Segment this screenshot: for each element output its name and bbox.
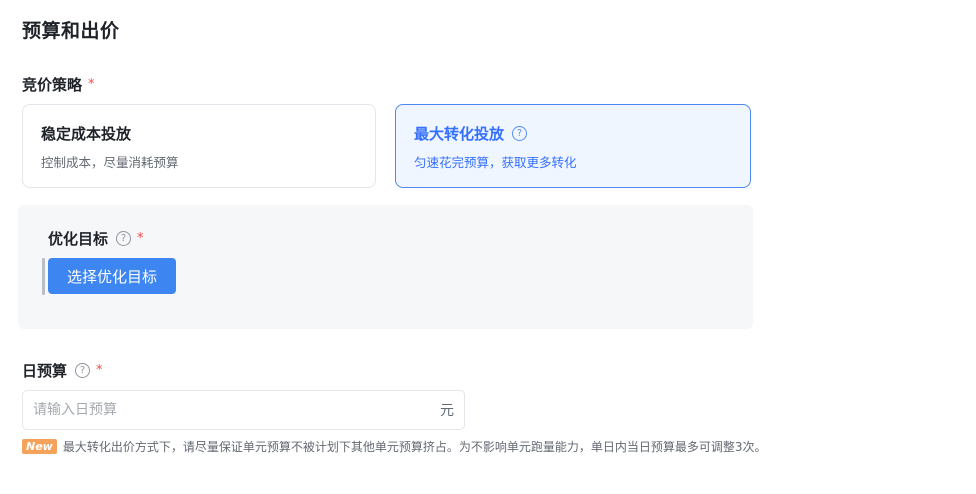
required-mark: * [88, 77, 95, 92]
daily-budget-label-text: 日预算 [22, 362, 68, 380]
strategy-option-desc: 匀速花完预算，获取更多转化 [414, 155, 577, 170]
optimize-target-label-text: 优化目标 [48, 230, 109, 248]
notice-text: 最大转化出价方式下，请尽量保证单元预算不被计划下其他单元预算挤占。为不影响单元跑… [62, 440, 767, 454]
budget-notice: New 最大转化出价方式下，请尽量保证单元预算不被计划下其他单元预算挤占。为不影… [22, 438, 766, 455]
question-circle-icon[interactable]: ? [116, 231, 132, 246]
select-optimize-target-button[interactable]: 选择优化目标 [48, 258, 176, 294]
currency-unit: 元 [440, 403, 454, 419]
section-title: 预算和出价 [22, 20, 120, 42]
strategy-option-title: 最大转化投放 [414, 125, 505, 143]
strategy-option-title-row: 最大转化投放 ? [414, 123, 732, 144]
daily-budget-input[interactable] [33, 402, 440, 418]
daily-budget-field[interactable]: 元 [22, 390, 465, 430]
strategy-option-desc: 控制成本，尽量消耗预算 [41, 155, 179, 170]
daily-budget-label: 日预算 ? * [22, 360, 103, 381]
question-circle-icon[interactable]: ? [512, 126, 528, 141]
required-mark: * [137, 231, 144, 246]
strategy-option-stable-cost[interactable]: 稳定成本投放 控制成本，尽量消耗预算 [22, 104, 376, 188]
new-badge: New [22, 439, 57, 454]
target-indicator-bar [42, 258, 45, 295]
strategy-option-title: 稳定成本投放 [41, 125, 132, 143]
bid-strategy-label: 竞价策略 * [22, 74, 95, 95]
strategy-option-max-conversion[interactable]: 最大转化投放 ? 匀速花完预算，获取更多转化 [395, 104, 751, 188]
optimize-target-label: 优化目标 ? * [48, 228, 144, 249]
question-circle-icon[interactable]: ? [75, 363, 91, 378]
required-mark: * [96, 363, 103, 378]
bid-strategy-label-text: 竞价策略 [22, 76, 83, 94]
